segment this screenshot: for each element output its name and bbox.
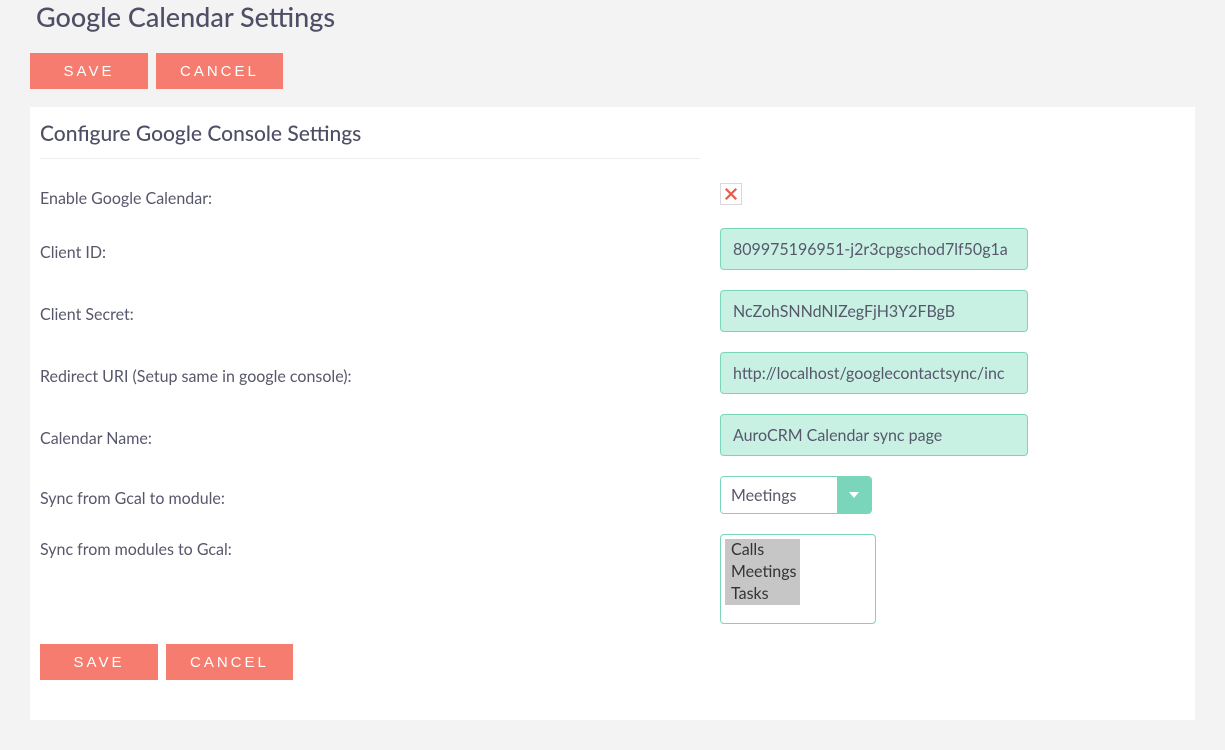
sync-to-gcal-multiselect[interactable]: Calls Meetings Tasks (720, 534, 876, 624)
label-client-id: Client ID: (40, 237, 720, 262)
row-sync-from-gcal: Sync from Gcal to module: Meetings (40, 476, 1185, 514)
x-icon (724, 187, 738, 201)
row-calendar-name: Calendar Name: (40, 414, 1185, 456)
row-redirect-uri: Redirect URI (Setup same in google conso… (40, 352, 1185, 394)
calendar-name-input[interactable] (720, 414, 1028, 456)
label-redirect-uri: Redirect URI (Setup same in google conso… (40, 361, 720, 386)
row-enable-google-calendar: Enable Google Calendar: (40, 183, 1185, 208)
redirect-uri-input[interactable] (720, 352, 1028, 394)
sync-from-gcal-select[interactable]: Meetings (720, 476, 872, 514)
save-button[interactable]: SAVE (30, 53, 148, 89)
multiselect-option[interactable]: Tasks (725, 583, 800, 605)
top-button-row: SAVE CANCEL (30, 53, 1195, 89)
row-client-id: Client ID: (40, 228, 1185, 270)
multiselect-option[interactable]: Calls (725, 539, 800, 561)
client-secret-input[interactable] (720, 290, 1028, 332)
section-title: Configure Google Console Settings (40, 121, 700, 159)
label-client-secret: Client Secret: (40, 299, 720, 324)
cancel-button[interactable]: CANCEL (156, 53, 283, 89)
row-client-secret: Client Secret: (40, 290, 1185, 332)
save-button-bottom[interactable]: SAVE (40, 644, 158, 680)
label-sync-to-gcal: Sync from modules to Gcal: (40, 534, 720, 559)
enable-google-calendar-checkbox[interactable] (720, 183, 742, 205)
multiselect-option[interactable]: Meetings (725, 561, 800, 583)
label-enable-google-calendar: Enable Google Calendar: (40, 183, 720, 208)
sync-from-gcal-selected: Meetings (721, 477, 837, 513)
client-id-input[interactable] (720, 228, 1028, 270)
settings-page: Google Calendar Settings SAVE CANCEL Con… (0, 0, 1225, 750)
cancel-button-bottom[interactable]: CANCEL (166, 644, 293, 680)
label-sync-from-gcal: Sync from Gcal to module: (40, 483, 720, 508)
settings-panel: Configure Google Console Settings Enable… (30, 107, 1195, 720)
bottom-button-row: SAVE CANCEL (40, 644, 1185, 680)
chevron-down-icon (837, 477, 871, 513)
label-calendar-name: Calendar Name: (40, 423, 720, 448)
page-title: Google Calendar Settings (36, 0, 1195, 33)
row-sync-to-gcal: Sync from modules to Gcal: Calls Meeting… (40, 534, 1185, 624)
